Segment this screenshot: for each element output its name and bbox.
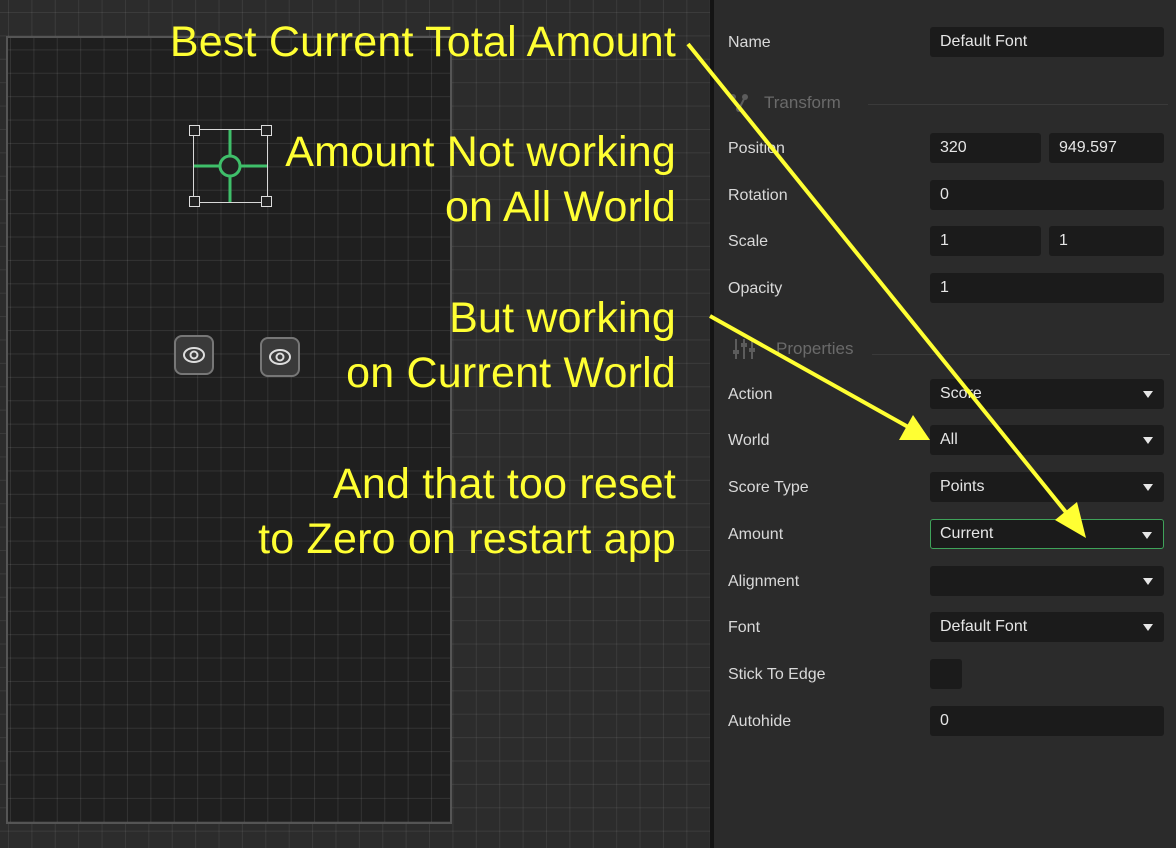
annotation-reset-line1: And that too reset	[332, 460, 676, 508]
name-label: Name	[728, 34, 771, 51]
annotation-working-line2: on Current World	[346, 349, 676, 397]
score-type-select[interactable]: Points	[930, 472, 1164, 502]
inspector-panel: Name Default Font Transform Position 320…	[714, 0, 1176, 848]
alignment-label: Alignment	[728, 573, 800, 590]
section-title-properties: Properties	[776, 339, 854, 358]
opacity-input[interactable]: 1	[930, 273, 1164, 303]
scale-label: Scale	[728, 233, 769, 250]
name-input[interactable]: Default Font	[930, 27, 1164, 57]
amount-label: Amount	[728, 526, 784, 543]
canvas-node-button-2[interactable]	[260, 337, 300, 377]
action-label: Action	[728, 386, 773, 403]
annotation-working-line1: But working	[449, 294, 676, 342]
world-select[interactable]: All	[930, 425, 1164, 455]
annotation-not-working-line1: Amount Not working	[285, 128, 676, 176]
position-x-input[interactable]: 320	[930, 133, 1041, 163]
font-label: Font	[728, 619, 761, 636]
rotation-label: Rotation	[728, 187, 788, 204]
section-divider	[872, 354, 1170, 355]
scale-x-input[interactable]: 1	[930, 226, 1041, 256]
eye-icon	[183, 347, 205, 363]
section-divider	[868, 104, 1168, 105]
world-label: World	[728, 432, 770, 449]
rotation-input[interactable]: 0	[930, 180, 1164, 210]
canvas-node-button-1[interactable]	[174, 335, 214, 375]
amount-select[interactable]: Current	[930, 519, 1164, 549]
position-y-input[interactable]: 949.597	[1049, 133, 1164, 163]
annotation-not-working-line2: on All World	[444, 183, 676, 231]
transform-icon	[730, 94, 748, 112]
position-label: Position	[728, 140, 785, 157]
autohide-input[interactable]: 0	[930, 706, 1164, 736]
annotation-reset-line2: to Zero on restart app	[258, 515, 676, 563]
font-select[interactable]: Default Font	[930, 612, 1164, 642]
stick-to-edge-label: Stick To Edge	[728, 666, 826, 683]
eye-icon	[269, 349, 291, 365]
pivot-crosshair-icon[interactable]	[194, 130, 267, 202]
scale-y-input[interactable]: 1	[1049, 226, 1164, 256]
annotation-best-current-total: Best Current Total Amount	[169, 18, 676, 66]
action-select[interactable]: Score	[930, 379, 1164, 409]
opacity-label: Opacity	[728, 280, 783, 297]
alignment-select[interactable]	[930, 566, 1164, 596]
sliders-icon	[733, 339, 755, 359]
score-type-label: Score Type	[728, 479, 809, 496]
section-title-transform: Transform	[764, 93, 841, 112]
autohide-label: Autohide	[728, 713, 792, 730]
stick-to-edge-checkbox[interactable]	[930, 659, 962, 689]
selected-object-bounds[interactable]	[189, 125, 272, 207]
